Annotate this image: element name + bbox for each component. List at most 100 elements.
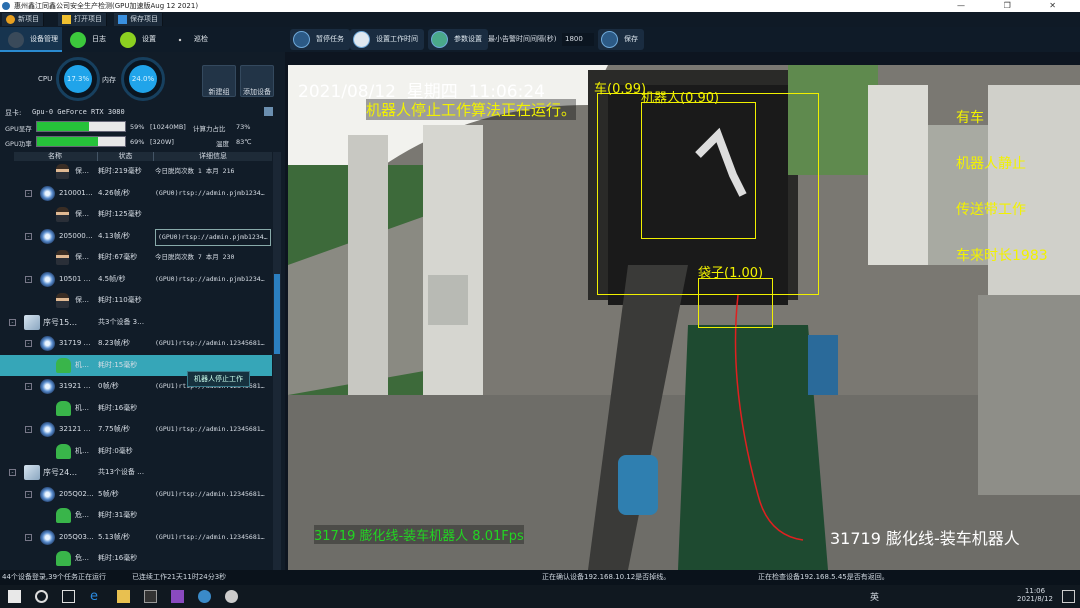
- row-status: 耗时:67毫秒: [98, 253, 138, 261]
- edge-icon[interactable]: e: [90, 590, 103, 603]
- tree-task-row[interactable]: 保… 耗时:125毫秒: [0, 204, 272, 225]
- tree-task-row[interactable]: 危… 耗时:31毫秒: [0, 505, 272, 526]
- camera-icon: [40, 185, 55, 201]
- detection-box-bag: [698, 278, 773, 328]
- row-status: 共13个设备 …: [98, 468, 145, 476]
- gpu-select[interactable]: Gpu-0 GeForce RTX 3080: [32, 108, 125, 116]
- chevron-down-icon[interactable]: [264, 107, 273, 116]
- expand-toggle-icon[interactable]: -: [25, 383, 32, 390]
- notification-icon[interactable]: [1062, 590, 1075, 603]
- tree-camera-row[interactable]: - 31719 … 8.23帧/秒 (GPU1)rtsp://admin.123456…: [0, 333, 272, 354]
- row-name: 31921 …: [59, 382, 91, 390]
- row-status: 耗时:110毫秒: [98, 296, 142, 304]
- app-running-icon[interactable]: [198, 590, 211, 603]
- scrollbar-thumb[interactable]: [274, 274, 280, 354]
- tree-task-row[interactable]: 保… 耗时:67毫秒 今日脱岗次数 7 本月 230: [0, 247, 272, 268]
- tab-settings[interactable]: 设置: [112, 27, 164, 52]
- tree-task-row[interactable]: 危… 耗时:16毫秒: [0, 548, 272, 569]
- expand-toggle-icon[interactable]: -: [25, 275, 32, 283]
- expand-toggle-icon[interactable]: -: [25, 189, 32, 197]
- expand-toggle-icon[interactable]: -: [25, 490, 32, 498]
- save-icon: [601, 31, 618, 48]
- video-view[interactable]: 2021/08/12 星期四 11:06:24 机器人停止工作算法正在运行。 车…: [288, 65, 1080, 570]
- tree-camera-row[interactable]: - 210001… 4.26帧/秒 (GPU0)rtsp://admin.pjmb12…: [0, 183, 272, 204]
- tree-task-row[interactable]: 机… 耗时:0毫秒: [0, 441, 272, 462]
- status-line: 传送带工作: [956, 202, 1026, 218]
- tree-group-row[interactable]: - 序号15… 共3个设备 3…: [0, 312, 272, 333]
- tree-task-row[interactable]: 机… 耗时:16毫秒: [0, 398, 272, 419]
- pause-task-button[interactable]: 暂停任务: [290, 29, 350, 50]
- tab-patrol[interactable]: 巡检: [164, 27, 209, 52]
- row-status: 耗时:219毫秒: [98, 167, 142, 175]
- expand-toggle-icon[interactable]: -: [9, 318, 16, 326]
- set-work-time-button[interactable]: 设置工作时间: [350, 29, 424, 50]
- taskbar: e 英 11:06 2021/8/12: [0, 585, 1080, 608]
- tab-log[interactable]: 日志: [62, 27, 112, 52]
- compute-label: 计算力占比: [193, 125, 226, 133]
- terminal-icon[interactable]: [144, 590, 157, 603]
- ime-indicator[interactable]: 英: [870, 590, 879, 603]
- col-detail[interactable]: 详细信息: [153, 152, 272, 161]
- cpu-value: 17.3%: [64, 65, 92, 93]
- tooltip: 机器人停止工作: [187, 371, 250, 387]
- vram-size: [10240MB]: [150, 123, 186, 131]
- col-status[interactable]: 状态: [97, 152, 153, 161]
- status-line: 机器人静止: [956, 156, 1026, 172]
- params-settings-button[interactable]: 参数设置: [428, 29, 488, 50]
- row-status: 8.23帧/秒: [98, 339, 130, 347]
- power-size: [320W]: [150, 138, 174, 146]
- col-name[interactable]: 名称: [14, 152, 96, 161]
- row-detail: (GPU1)rtsp://admin.12345681…: [155, 489, 265, 498]
- expand-toggle-icon[interactable]: -: [25, 232, 32, 240]
- row-name: 机…: [75, 446, 89, 455]
- row-name: 205Q02…: [59, 489, 94, 498]
- new-project-button[interactable]: 新项目: [2, 13, 44, 26]
- gpu-label: 显卡:: [5, 109, 22, 117]
- windows-start-icon[interactable]: [8, 590, 21, 603]
- temp-value: 83℃: [236, 138, 252, 146]
- device-tree[interactable]: 保… 耗时:219毫秒 今日脱岗次数 1 本月 216 - 210001… 4.26帧/秒…: [0, 161, 272, 570]
- expand-toggle-icon[interactable]: -: [25, 533, 32, 541]
- power-pct: 69%: [130, 138, 145, 146]
- tree-camera-row[interactable]: - 205Q03… 5.13帧/秒 (GPU1)rtsp://admin.123456…: [0, 527, 272, 548]
- new-group-button[interactable]: 新建组: [202, 65, 236, 97]
- tree-camera-row[interactable]: - 205000… 4.13帧/秒 (GPU0)rtsp://admin.pjmb12…: [0, 226, 272, 247]
- save-project-button[interactable]: 保存项目: [114, 13, 163, 26]
- tree-camera-row[interactable]: - 32121 … 7.75帧/秒 (GPU1)rtsp://admin.123456…: [0, 419, 272, 440]
- visual-studio-icon[interactable]: [171, 590, 184, 603]
- task-view-icon[interactable]: [62, 590, 75, 603]
- status-line: 有车: [956, 110, 984, 126]
- row-name: 危…: [75, 511, 89, 519]
- open-project-button[interactable]: 打开项目: [58, 13, 107, 26]
- window-controls[interactable]: — ❐ ✕: [957, 0, 1074, 12]
- mem-gauge: 24.0%: [121, 57, 165, 101]
- min-interval-input[interactable]: 1800: [562, 33, 594, 46]
- app-icon[interactable]: [225, 590, 238, 603]
- chat-icon: [70, 32, 86, 48]
- person-icon: [56, 164, 69, 179]
- temp-label: 温度: [216, 140, 229, 148]
- tree-group-row[interactable]: - 序号24… 共13个设备 …: [0, 462, 272, 483]
- row-detail: 今日脱岗次数 7 本月 230: [155, 253, 235, 261]
- add-device-button[interactable]: 添加设备: [240, 65, 274, 97]
- row-status: 耗时:31毫秒: [98, 511, 138, 519]
- tree-camera-row[interactable]: - 10501 … 4.5帧/秒 (GPU0)rtsp://admin.pjmb123…: [0, 269, 272, 290]
- detection-box-robot: [641, 102, 756, 239]
- search-icon[interactable]: [35, 590, 48, 603]
- det-car-label: 车(0.99): [594, 82, 647, 97]
- save-button[interactable]: 保存: [598, 29, 644, 50]
- status-bar: 44个设备登录,39个任务正在运行 已连续工作21天11时24分3秒 正在确认设…: [0, 570, 1080, 585]
- expand-toggle-icon[interactable]: -: [9, 469, 16, 476]
- tree-task-row[interactable]: 保… 耗时:110毫秒: [0, 290, 272, 311]
- tree-task-row[interactable]: 保… 耗时:219毫秒 今日脱岗次数 1 本月 216: [0, 161, 272, 182]
- expand-toggle-icon[interactable]: -: [25, 340, 32, 347]
- folder-icon[interactable]: [117, 590, 130, 603]
- row-status: 0帧/秒: [98, 382, 119, 390]
- expand-toggle-icon[interactable]: -: [25, 426, 32, 433]
- person-icon: [56, 250, 69, 265]
- clock[interactable]: 11:06 2021/8/12: [1015, 587, 1055, 603]
- tab-device-management[interactable]: 设备管理: [0, 27, 62, 52]
- status-msg2: 正在检查设备192.168.5.45是否有返回。: [758, 573, 889, 581]
- tree-scrollbar[interactable]: [273, 152, 281, 570]
- tree-camera-row[interactable]: - 205Q02… 5帧/秒 (GPU1)rtsp://admin.12345681…: [0, 484, 272, 505]
